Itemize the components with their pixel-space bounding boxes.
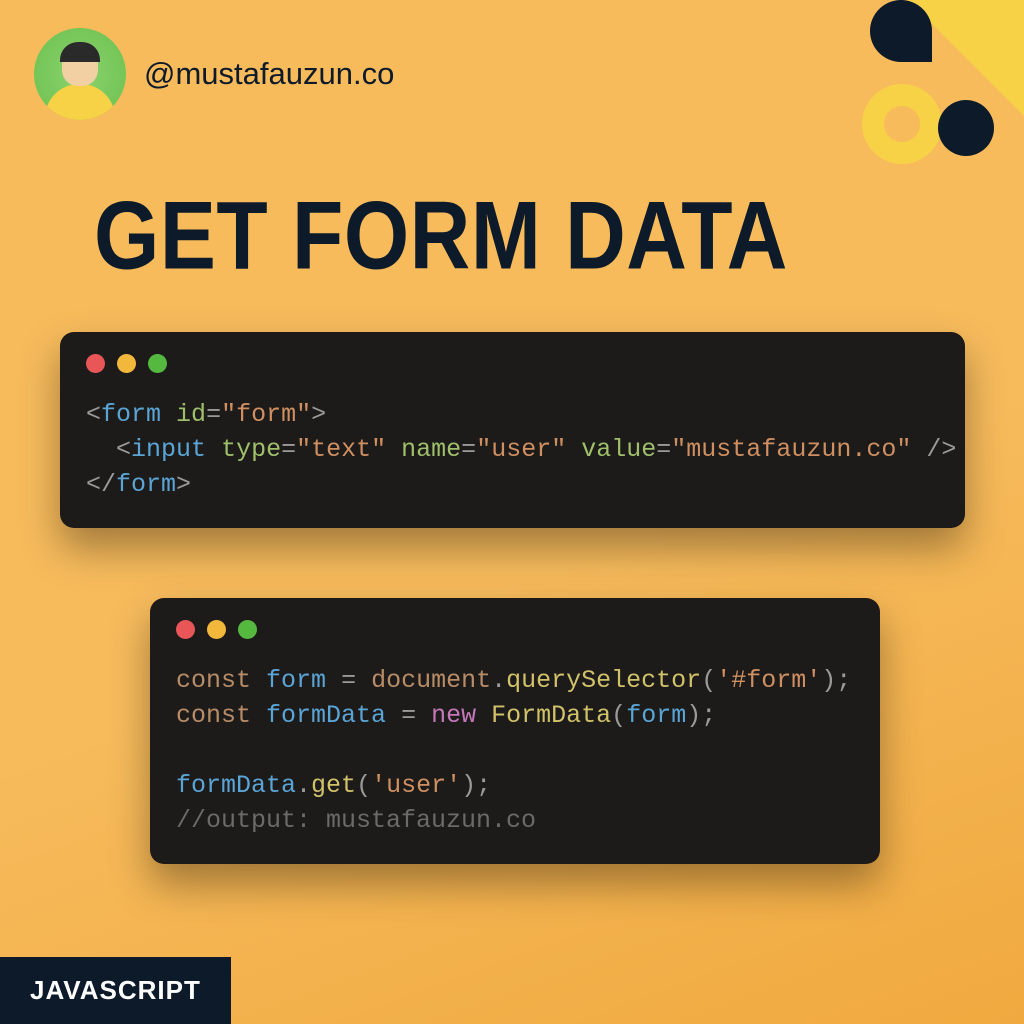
code-content-html: <form id="form"> <input type="text" name… bbox=[86, 397, 939, 502]
window-controls bbox=[176, 620, 854, 639]
minimize-icon bbox=[207, 620, 226, 639]
window-controls bbox=[86, 354, 939, 373]
author-handle: @mustafauzun.co bbox=[144, 56, 394, 92]
header: @mustafauzun.co bbox=[34, 28, 394, 120]
page-title: GET FORM DATA bbox=[94, 180, 788, 292]
maximize-icon bbox=[148, 354, 167, 373]
maximize-icon bbox=[238, 620, 257, 639]
corner-decoration bbox=[824, 0, 1024, 200]
code-content-js: const form = document.querySelector('#fo… bbox=[176, 663, 854, 838]
close-icon bbox=[86, 354, 105, 373]
minimize-icon bbox=[117, 354, 136, 373]
code-block-html: <form id="form"> <input type="text" name… bbox=[60, 332, 965, 528]
avatar bbox=[34, 28, 126, 120]
category-tag: JAVASCRIPT bbox=[0, 957, 231, 1024]
code-block-js: const form = document.querySelector('#fo… bbox=[150, 598, 880, 864]
close-icon bbox=[176, 620, 195, 639]
